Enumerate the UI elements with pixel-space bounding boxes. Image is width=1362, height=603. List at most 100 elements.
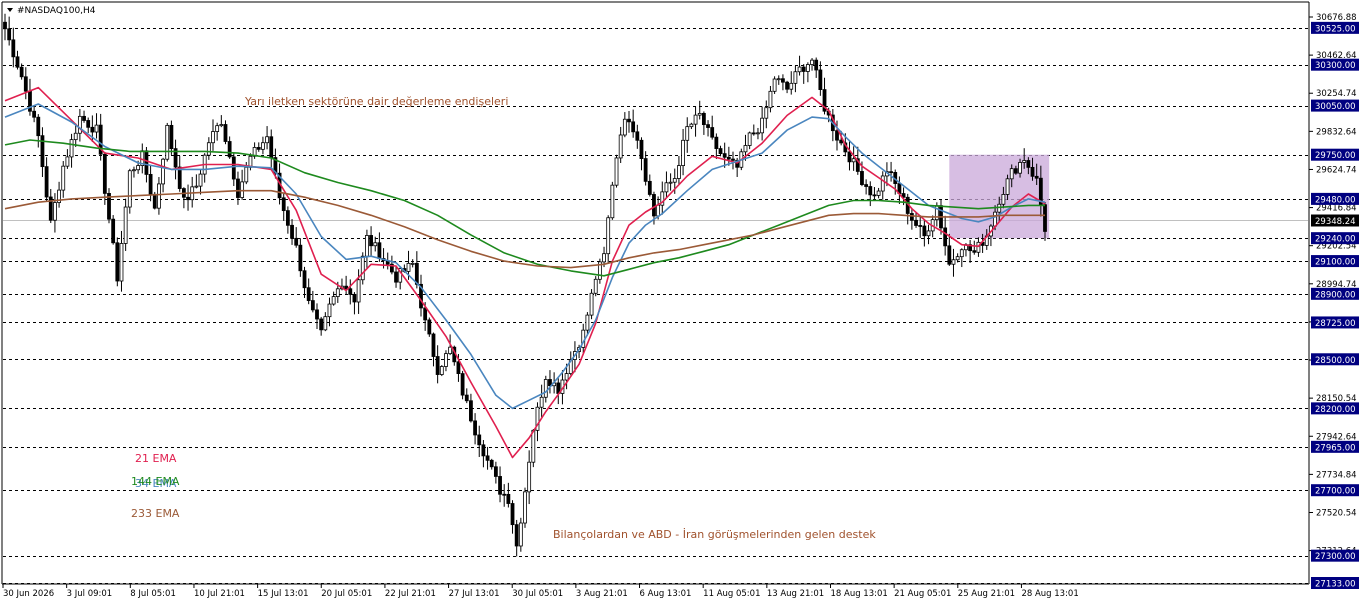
candle-body [718, 148, 723, 155]
price-chart[interactable]: 30676.8830462.6430254.7429832.6429624.74… [0, 0, 1362, 603]
y-tick-label: 30254.74 [1316, 89, 1357, 99]
candle-body [918, 225, 923, 227]
candle-body [689, 123, 694, 128]
candle-body [1005, 178, 1010, 195]
candle-body [456, 361, 461, 374]
x-tick-label: 27 Jul 13:01 [449, 589, 500, 599]
candle-body [335, 288, 340, 297]
candle-body [148, 174, 153, 195]
candle-body [19, 66, 24, 78]
candle-body [94, 124, 99, 133]
chart-window: 30676.88 30462.64 30254.74 29832.64 29624.74… [0, 0, 1362, 603]
candle-body [77, 115, 82, 134]
candle-body [972, 250, 977, 253]
y-tick-label: 27734.84 [1316, 470, 1357, 480]
candle-body [647, 180, 652, 195]
level-label-text: 28725.00 [1315, 319, 1356, 329]
candle [165, 122, 170, 162]
candle-body [460, 373, 465, 396]
candle-body [618, 134, 623, 159]
x-tick-label: 25 Aug 21:01 [958, 589, 1015, 599]
candle-body [785, 81, 789, 90]
x-tick-label: 11 Aug 05:01 [703, 589, 760, 599]
candle-body [543, 379, 548, 398]
candle-body [157, 183, 161, 209]
y-tick-label: 27942.64 [1316, 432, 1357, 442]
candle-body [294, 237, 299, 246]
candle-body [1034, 175, 1039, 179]
candle-body [11, 39, 16, 58]
candle-body [481, 444, 486, 457]
level-label: 27965.00 [1311, 440, 1359, 453]
candle-body [801, 66, 806, 72]
candle-body [781, 78, 785, 83]
candle-body [161, 158, 165, 185]
candle-body [427, 319, 432, 335]
current-price-label: 29348.24 [1311, 214, 1359, 227]
candle-body [152, 193, 157, 209]
candle-body [722, 153, 727, 158]
candle-body [872, 194, 877, 197]
candle-body [1022, 160, 1027, 163]
candle [610, 181, 615, 220]
candle-body [215, 125, 220, 132]
y-tick-label: 29624.74 [1316, 165, 1357, 175]
candle-body [506, 493, 511, 504]
candle-body [701, 112, 706, 126]
candle-body [261, 142, 265, 150]
x-tick-label: 6 Aug 13:01 [640, 589, 692, 599]
candle-body [281, 197, 286, 212]
candle-body [639, 139, 644, 159]
candle [111, 215, 116, 245]
candle-body [1009, 168, 1014, 180]
candle-body [423, 307, 428, 321]
candle [127, 168, 132, 214]
candle-body [53, 202, 57, 221]
candle-body [464, 394, 469, 402]
candle-body [756, 132, 760, 135]
candle-body [365, 235, 369, 257]
candle-body [86, 120, 91, 128]
candle-body [818, 69, 823, 90]
candle-body [323, 316, 328, 331]
level-label-text: 29480.00 [1315, 195, 1356, 205]
candle-body [955, 256, 960, 261]
candle-body [111, 218, 116, 244]
candle-body [751, 132, 756, 135]
y-tick-label: 27520.54 [1316, 508, 1357, 518]
candle-body [731, 158, 735, 161]
candle-body [876, 190, 881, 196]
candle [531, 429, 536, 468]
x-tick-label: 30 Jun 2026 [3, 589, 54, 599]
candle-body [797, 66, 802, 73]
candle-body [726, 156, 731, 160]
chart-background [0, 0, 1362, 603]
x-tick-label: 8 Jul 05:01 [130, 589, 176, 599]
symbol-header[interactable]: #NASDAQ100,H4 [7, 6, 96, 16]
legend-ema144: 144 EMA [131, 475, 180, 488]
candle-body [835, 130, 839, 141]
candle-body [714, 136, 719, 149]
level-label-text: 27133.00 [1315, 580, 1356, 590]
candle-body [805, 64, 810, 72]
candle-body [743, 145, 748, 153]
level-label-text: 28200.00 [1315, 405, 1356, 415]
candle-body [589, 292, 594, 316]
candle-body [186, 196, 190, 201]
candle-body [880, 175, 885, 192]
candle-body [672, 178, 677, 183]
candle-body [1043, 204, 1047, 232]
x-tick-label: 18 Aug 13:01 [830, 589, 887, 599]
candle-body [435, 356, 440, 375]
candle-body [69, 139, 74, 158]
candle-body [15, 56, 20, 68]
candle-body [531, 429, 536, 463]
candle [427, 317, 432, 337]
candle-body [664, 182, 669, 193]
candle-body [319, 318, 324, 331]
candle-body [1001, 194, 1006, 205]
candle-body [194, 185, 199, 188]
y-tick-labels: 30676.8830462.6430254.7429832.6429624.74… [1309, 13, 1357, 557]
candle-body [61, 165, 66, 191]
candle-body [622, 118, 627, 136]
